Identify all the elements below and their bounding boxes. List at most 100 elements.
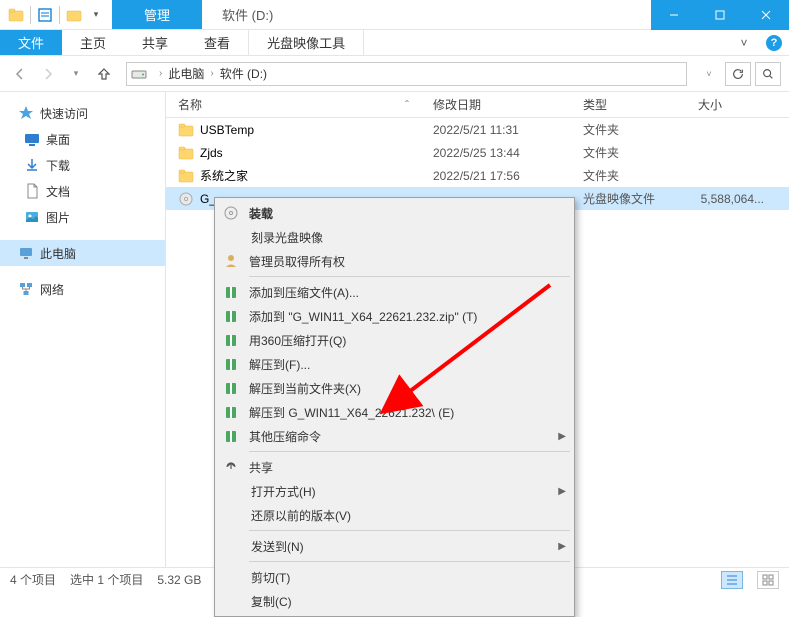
cm-extract-named[interactable]: 解压到 G_WIN11_X64_22621.232\ (E): [217, 400, 572, 424]
ribbon-tab-view[interactable]: 查看: [186, 30, 248, 55]
cm-copy[interactable]: 复制(C): [217, 589, 572, 613]
cm-open-with[interactable]: 打开方式(H)▶: [217, 479, 572, 503]
ribbon-tab-share[interactable]: 共享: [124, 30, 186, 55]
column-headers: 名称ˆ 修改日期 类型 大小: [166, 92, 789, 118]
address-dropdown-icon[interactable]: ˅: [697, 62, 721, 86]
cm-share[interactable]: 共享: [217, 455, 572, 479]
file-row[interactable]: USBTemp 2022/5/21 11:31 文件夹: [166, 118, 789, 141]
cm-extract-here[interactable]: 解压到当前文件夹(X): [217, 376, 572, 400]
file-date: 2022/5/25 13:44: [421, 141, 571, 164]
document-icon: [24, 183, 40, 199]
sidebar-network[interactable]: 网络: [0, 276, 165, 302]
sidebar-pictures[interactable]: 图片: [0, 204, 165, 230]
separator: [30, 6, 31, 24]
ribbon-tab-disc-tools[interactable]: 光盘映像工具: [248, 30, 364, 55]
folder-icon: [178, 145, 194, 161]
star-icon: [18, 105, 34, 121]
view-details-button[interactable]: [721, 571, 743, 589]
cm-mount[interactable]: 装载: [217, 201, 572, 225]
quick-access-toolbar: ▾: [0, 0, 112, 29]
desktop-icon: [24, 131, 40, 147]
drive-icon: [131, 66, 147, 82]
sidebar-downloads[interactable]: 下载: [0, 152, 165, 178]
cm-extract-to[interactable]: 解压到(F)...: [217, 352, 572, 376]
column-type[interactable]: 类型: [571, 92, 686, 117]
forward-button[interactable]: [36, 62, 60, 86]
maximize-button[interactable]: [697, 0, 743, 30]
file-size: 5,588,064...: [686, 187, 776, 210]
ribbon-collapse-icon[interactable]: ˅: [729, 30, 759, 55]
ribbon-tab-file[interactable]: 文件: [0, 30, 62, 55]
cm-send-to[interactable]: 发送到(N)▶: [217, 534, 572, 558]
address-bar[interactable]: › 此电脑 › 软件 (D:): [126, 62, 687, 86]
file-type: 文件夹: [571, 141, 686, 164]
breadcrumb-current[interactable]: 软件 (D:): [220, 65, 267, 82]
ribbon-tab-home[interactable]: 主页: [62, 30, 124, 55]
sidebar-label: 下载: [46, 157, 70, 174]
sidebar-label: 文档: [46, 183, 70, 200]
ribbon: 文件 主页 共享 查看 光盘映像工具 ˅ ?: [0, 30, 789, 56]
back-button[interactable]: [8, 62, 32, 86]
file-size: [686, 141, 776, 164]
cm-add-archive[interactable]: 添加到压缩文件(A)...: [217, 280, 572, 304]
help-button[interactable]: ?: [759, 30, 789, 55]
column-name[interactable]: 名称ˆ: [166, 92, 421, 117]
submenu-arrow-icon: ▶: [558, 541, 566, 552]
column-date[interactable]: 修改日期: [421, 92, 571, 117]
sidebar-this-pc[interactable]: 此电脑: [0, 240, 165, 266]
cm-restore[interactable]: 还原以前的版本(V): [217, 503, 572, 527]
file-row[interactable]: 系统之家 2022/5/21 17:56 文件夹: [166, 164, 789, 187]
sidebar-label: 此电脑: [40, 245, 76, 262]
separator: [249, 276, 570, 277]
file-name: USBTemp: [200, 123, 254, 137]
archive-icon: [221, 306, 241, 326]
archive-icon: [221, 282, 241, 302]
refresh-button[interactable]: [725, 62, 751, 86]
up-button[interactable]: [92, 62, 116, 86]
file-size: [686, 164, 776, 187]
window-title: 软件 (D:): [202, 0, 651, 29]
search-button[interactable]: [755, 62, 781, 86]
file-row[interactable]: Zjds 2022/5/25 13:44 文件夹: [166, 141, 789, 164]
share-icon: [221, 457, 241, 477]
sidebar-label: 桌面: [46, 131, 70, 148]
column-size[interactable]: 大小: [686, 92, 776, 117]
file-size: [686, 118, 776, 141]
cm-add-zip[interactable]: 添加到 "G_WIN11_X64_22621.232.zip" (T): [217, 304, 572, 328]
context-menu: 装载 刻录光盘映像 管理员取得所有权 添加到压缩文件(A)... 添加到 "G_…: [214, 197, 575, 617]
sidebar-documents[interactable]: 文档: [0, 178, 165, 204]
chevron-right-icon[interactable]: ›: [210, 68, 213, 79]
sidebar-quick-access[interactable]: 快速访问: [0, 100, 165, 126]
close-button[interactable]: [743, 0, 789, 30]
archive-icon: [221, 354, 241, 374]
breadcrumb-root[interactable]: 此电脑: [168, 65, 204, 82]
minimize-button[interactable]: [651, 0, 697, 30]
explorer-icon: [8, 7, 24, 23]
sort-indicator-icon: ˆ: [405, 98, 409, 112]
cm-other-zip[interactable]: 其他压缩命令▶: [217, 424, 572, 448]
sidebar-label: 快速访问: [40, 105, 88, 122]
qat-dropdown-icon[interactable]: ▾: [88, 7, 104, 23]
view-icons-button[interactable]: [757, 571, 779, 589]
status-selected: 选中 1 个项目: [70, 571, 143, 588]
cm-open-360[interactable]: 用360压缩打开(Q): [217, 328, 572, 352]
folder-icon: [178, 122, 194, 138]
sidebar-label: 图片: [46, 209, 70, 226]
recent-dropdown-icon[interactable]: ▾: [64, 62, 88, 86]
chevron-right-icon[interactable]: ›: [159, 68, 162, 79]
sidebar-label: 网络: [40, 281, 64, 298]
sidebar-desktop[interactable]: 桌面: [0, 126, 165, 152]
cm-burn[interactable]: 刻录光盘映像: [217, 225, 572, 249]
archive-icon: [221, 378, 241, 398]
cm-cut[interactable]: 剪切(T): [217, 565, 572, 589]
separator: [59, 6, 60, 24]
cm-admin-own[interactable]: 管理员取得所有权: [217, 249, 572, 273]
navigation-bar: ▾ › 此电脑 › 软件 (D:) ˅: [0, 56, 789, 92]
new-folder-icon[interactable]: [66, 7, 82, 23]
file-date: 2022/5/21 11:31: [421, 118, 571, 141]
disc-icon: [221, 203, 241, 223]
separator: [249, 530, 570, 531]
file-name: Zjds: [200, 146, 223, 160]
properties-icon[interactable]: [37, 7, 53, 23]
archive-icon: [221, 402, 241, 422]
